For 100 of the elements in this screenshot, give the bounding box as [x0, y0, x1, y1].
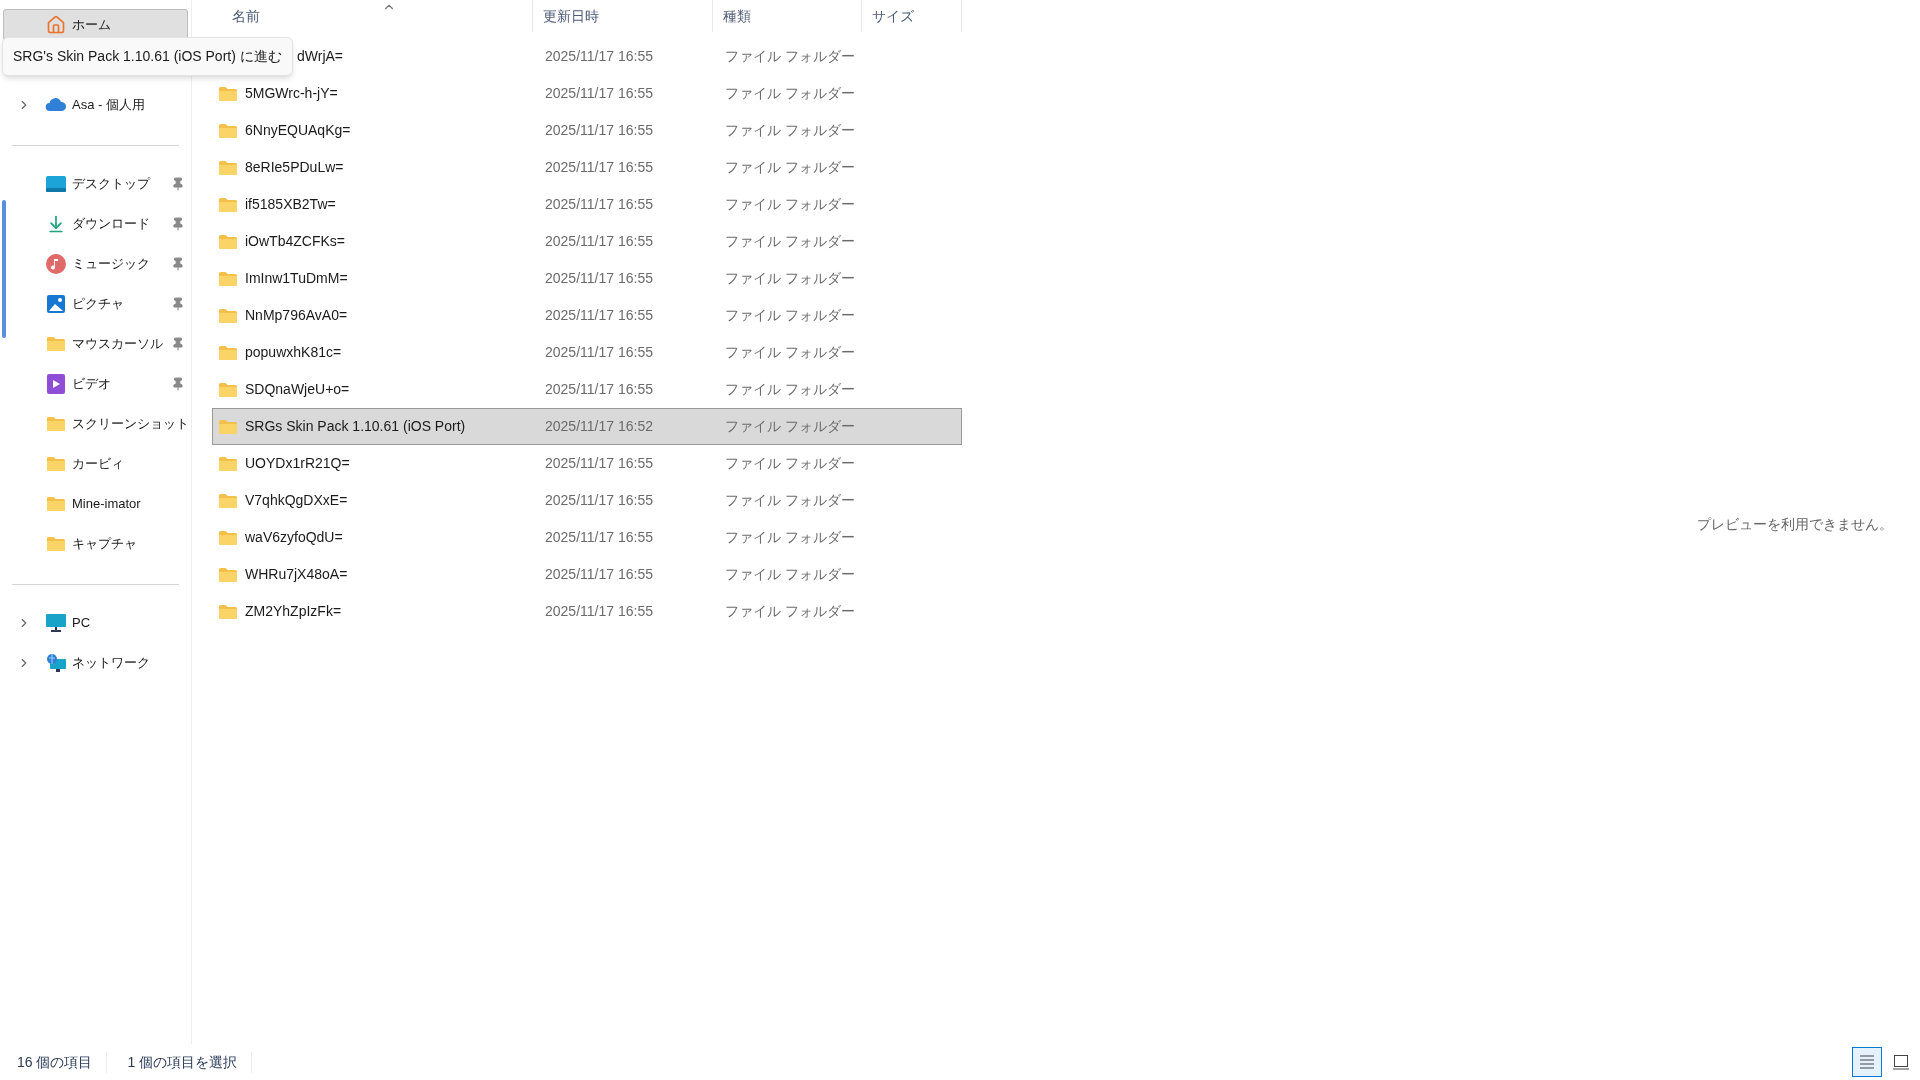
file-type: ファイル フォルダー — [724, 232, 856, 251]
file-name: waV6zyfoQdU= — [245, 528, 343, 547]
sidebar-item[interactable]: デスクトップ — [3, 168, 188, 200]
sidebar-item[interactable]: Mine-imator — [3, 488, 188, 520]
file-name: if5185XB2Tw= — [245, 195, 336, 214]
column-header[interactable]: 名前 — [212, 0, 534, 32]
file-row[interactable]: 6NnyEQUAqKg= 2025/11/17 16:55 ファイル フォルダー — [212, 112, 962, 149]
file-row[interactable]: UOYDx1rR21Q= 2025/11/17 16:55 ファイル フォルダー — [212, 445, 962, 482]
column-header[interactable]: 更新日時 — [533, 0, 713, 32]
modified-date: 2025/11/17 16:55 — [544, 232, 654, 251]
sidebar-item[interactable]: ネットワーク — [3, 647, 188, 679]
file-name: NnMp796AvA0= — [245, 306, 348, 325]
file-name: WHRu7jX48oA= — [245, 565, 348, 584]
file-row[interactable]: 5MGWrc-h-jY= 2025/11/17 16:55 ファイル フォルダー — [212, 75, 962, 112]
folder-icon — [218, 85, 238, 102]
modified-date: 2025/11/17 16:55 — [544, 121, 654, 140]
sidebar-item[interactable]: ミュージック — [3, 248, 188, 280]
sidebar-item[interactable]: スクリーンショット — [3, 408, 190, 440]
pin-icon[interactable] — [171, 297, 185, 311]
music-note-icon — [46, 254, 66, 274]
modified-date: 2025/11/17 16:55 — [544, 528, 654, 547]
desktop-icon — [46, 176, 66, 192]
sidebar-item[interactable]: キャプチャ — [3, 528, 188, 560]
column-header[interactable]: サイズ — [862, 0, 962, 32]
modified-date: 2025/11/17 16:55 — [544, 158, 654, 177]
folder-icon — [218, 122, 238, 139]
pin-icon[interactable] — [171, 377, 185, 391]
file-row[interactable]: SDQnaWjeU+o= 2025/11/17 16:55 ファイル フォルダー — [212, 371, 962, 408]
file-type: ファイル フォルダー — [724, 158, 856, 177]
file-name: popuwxhK81c= — [245, 343, 342, 362]
file-name: dWrjA= — [297, 47, 344, 66]
modified-date: 2025/11/17 16:55 — [544, 602, 654, 621]
file-name: SRGs Skin Pack 1.10.61 (iOS Port) — [245, 417, 466, 436]
pin-icon[interactable] — [171, 217, 185, 231]
sidebar-label: キャプチャ — [72, 535, 137, 554]
file-row[interactable]: if5185XB2Tw= 2025/11/17 16:55 ファイル フォルダー — [212, 186, 962, 223]
file-row[interactable]: ZM2YhZpIzFk= 2025/11/17 16:55 ファイル フォルダー — [212, 593, 962, 630]
sidebar-label: Mine-imator — [72, 495, 141, 514]
picture-icon — [47, 295, 65, 313]
folder-icon — [218, 159, 238, 176]
sidebar-label: ミュージック — [72, 255, 150, 274]
file-row[interactable]: 8eRIe5PDuLw= 2025/11/17 16:55 ファイル フォルダー — [212, 149, 962, 186]
modified-date: 2025/11/17 16:55 — [544, 195, 654, 214]
file-name: ZM2YhZpIzFk= — [245, 602, 342, 621]
sidebar-item[interactable]: ピクチャ — [3, 288, 188, 320]
cloud-icon — [45, 98, 67, 112]
sidebar-item[interactable]: カービィ — [3, 448, 188, 480]
sidebar-label: カービィ — [72, 455, 124, 474]
file-row[interactable]: V7qhkQgDXxE= 2025/11/17 16:55 ファイル フォルダー — [212, 482, 962, 519]
file-row[interactable]: waV6zyfoQdU= 2025/11/17 16:55 ファイル フォルダー — [212, 519, 962, 556]
modified-date: 2025/11/17 16:55 — [544, 380, 654, 399]
sidebar-item[interactable]: ビデオ — [3, 368, 188, 400]
modified-date: 2025/11/17 16:52 — [544, 417, 654, 436]
file-type: ファイル フォルダー — [724, 195, 856, 214]
modified-date: 2025/11/17 16:55 — [544, 47, 654, 66]
modified-date: 2025/11/17 16:55 — [544, 454, 654, 473]
pin-icon[interactable] — [171, 177, 185, 191]
file-type: ファイル フォルダー — [724, 528, 856, 547]
file-row[interactable]: popuwxhK81c= 2025/11/17 16:55 ファイル フォルダー — [212, 334, 962, 371]
folder-icon — [218, 270, 238, 287]
folder-icon — [46, 456, 66, 472]
folder-icon — [46, 536, 66, 552]
folder-icon — [46, 496, 66, 512]
sidebar-item[interactable]: PC — [3, 607, 188, 639]
file-row[interactable]: WHRu7jX48oA= 2025/11/17 16:55 ファイル フォルダー — [212, 556, 962, 593]
file-row[interactable]: SRGs Skin Pack 1.10.61 (iOS Port) 2025/11/17 16:52 ファイル フォルダー — [212, 408, 962, 445]
pin-icon[interactable] — [171, 337, 185, 351]
file-name: iOwTb4ZCFKs= — [245, 232, 345, 251]
modified-date: 2025/11/17 16:55 — [544, 84, 654, 103]
sidebar-item[interactable]: ダウンロード — [3, 208, 188, 240]
file-type: ファイル フォルダー — [724, 343, 856, 362]
file-name: ImInw1TuDmM= — [245, 269, 348, 288]
network-icon — [46, 653, 66, 673]
file-type: ファイル フォルダー — [724, 565, 856, 584]
preview-message: プレビューを利用できません。 — [1697, 515, 1893, 534]
column-header[interactable]: 種類 — [712, 0, 863, 32]
folder-icon — [218, 196, 238, 213]
file-row[interactable]: ImInw1TuDmM= 2025/11/17 16:55 ファイル フォルダー — [212, 260, 962, 297]
pin-icon[interactable] — [171, 257, 185, 271]
sidebar-label: ダウンロード — [72, 215, 150, 234]
sidebar-label: マウスカーソル — [72, 335, 163, 354]
modified-date: 2025/11/17 16:55 — [544, 269, 654, 288]
sidebar-item[interactable]: マウスカーソル — [3, 328, 188, 360]
folder-icon — [218, 344, 238, 361]
list-lines-icon — [1859, 1055, 1875, 1069]
home-icon — [46, 15, 66, 35]
file-type: ファイル フォルダー — [724, 417, 856, 436]
folder-icon — [46, 336, 66, 352]
file-row[interactable]: iOwTb4ZCFKs= 2025/11/17 16:55 ファイル フォルダー — [212, 223, 962, 260]
folder-icon — [218, 529, 238, 546]
selection-count: 1 個の項目を選択 — [107, 1051, 253, 1073]
file-row[interactable]: NnMp796AvA0= 2025/11/17 16:55 ファイル フォルダー — [212, 297, 962, 334]
modified-date: 2025/11/17 16:55 — [544, 565, 654, 584]
file-type: ファイル フォルダー — [724, 84, 856, 103]
modified-date: 2025/11/17 16:55 — [544, 306, 654, 325]
folder-icon — [46, 416, 66, 432]
sidebar-item[interactable]: Asa - 個人用 — [3, 89, 188, 121]
details-view-button[interactable] — [1852, 1047, 1882, 1077]
folder-icon — [218, 566, 238, 583]
file-type: ファイル フォルダー — [724, 602, 856, 621]
